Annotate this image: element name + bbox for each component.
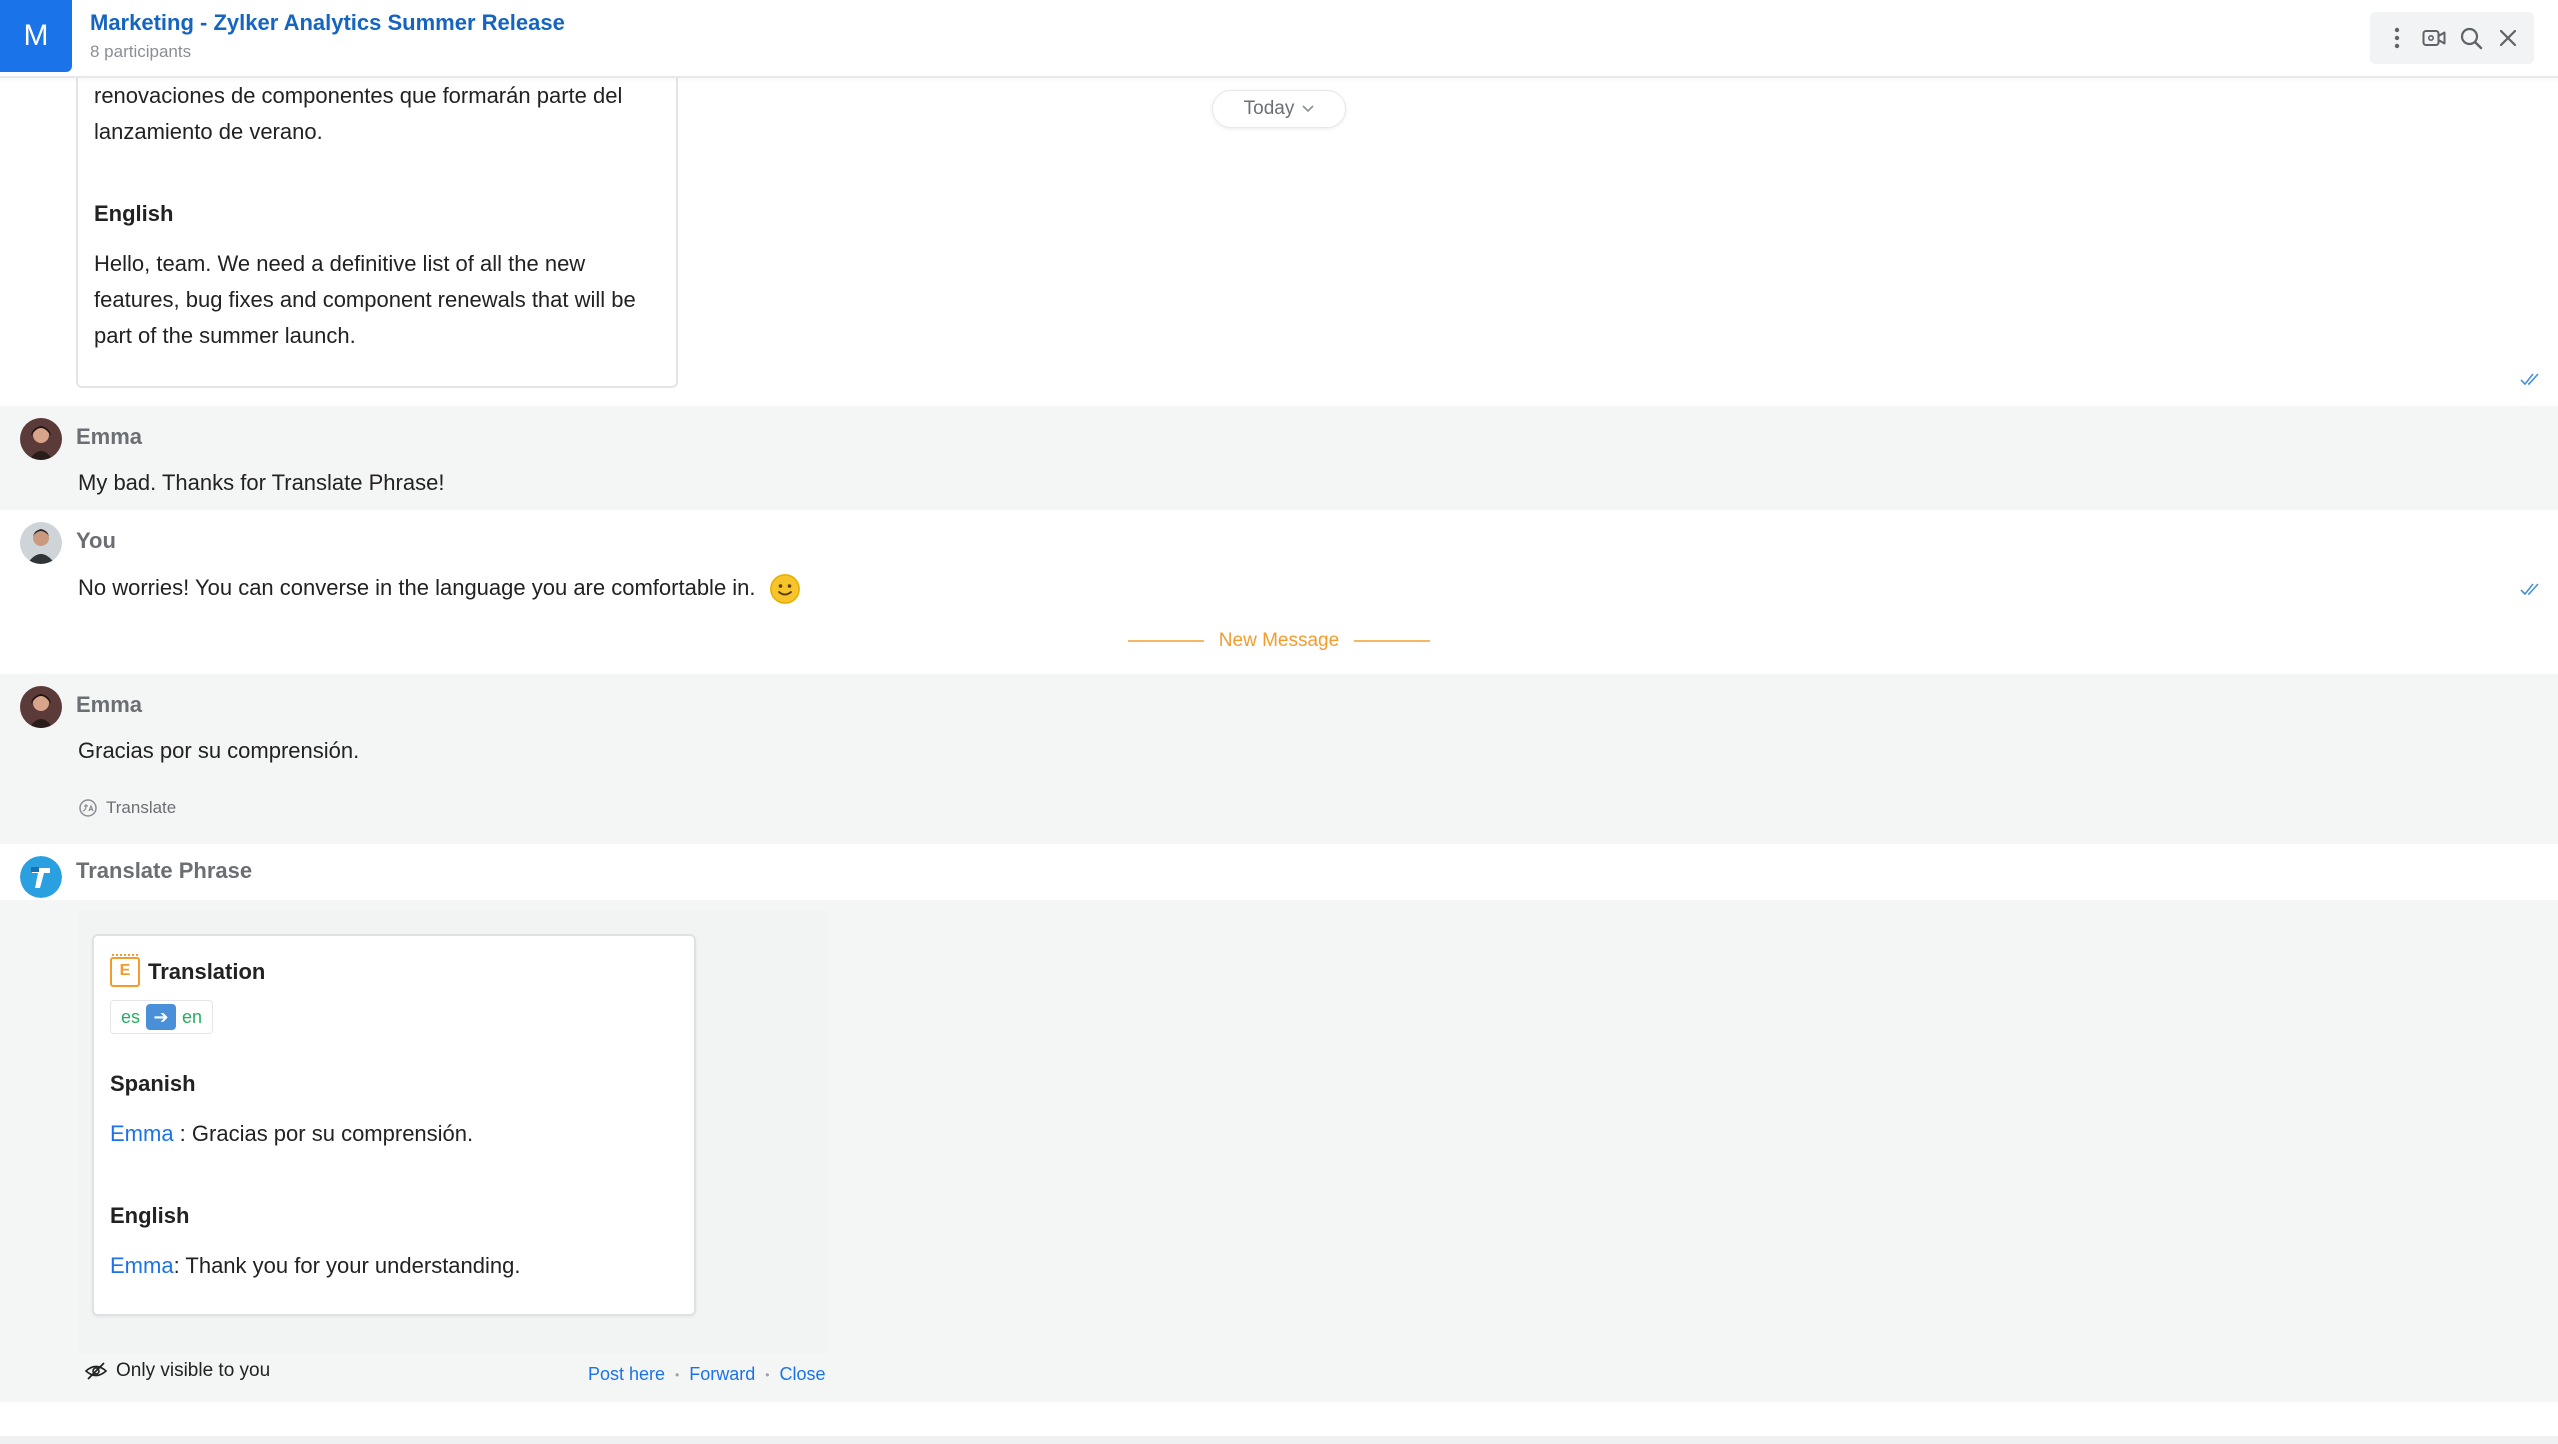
divider-line: [1353, 640, 1430, 642]
message-row: Emma My bad. Thanks for Translate Phrase…: [0, 406, 2558, 510]
sender-name[interactable]: Emma: [76, 692, 142, 718]
post-here-link[interactable]: Post here: [588, 1364, 665, 1385]
translate-button[interactable]: Translate: [78, 798, 176, 818]
more-options-icon[interactable]: [2381, 22, 2413, 54]
video-call-icon[interactable]: [2418, 22, 2450, 54]
translation-card: E Translation es ➔ en Spanish Emma : Gra…: [92, 934, 696, 1316]
english-text-line-1: Hello, team. We need a definitive list o…: [94, 251, 586, 276]
sender-name[interactable]: You: [76, 528, 116, 554]
message-body: No worries! You can converse in the lang…: [78, 574, 756, 600]
target-language: en: [182, 1006, 203, 1027]
eye-off-icon: [84, 1362, 108, 1380]
arrow-right-icon: ➔: [146, 1004, 177, 1030]
bot-name[interactable]: Translate Phrase: [76, 858, 252, 884]
forward-link[interactable]: Forward: [689, 1364, 755, 1385]
card-header: E Translation: [110, 954, 265, 990]
translate-icon: [79, 799, 97, 817]
header-toolbar: [2370, 12, 2534, 64]
bot-action-links: Post here • Forward • Close: [588, 1364, 826, 1385]
chat-header: M Marketing - Zylker Analytics Summer Re…: [0, 0, 2558, 78]
previous-translation-card: renovaciones de componentes que formarán…: [76, 60, 678, 388]
spanish-text-line-2: lanzamiento de verano.: [94, 119, 323, 144]
mention-emma[interactable]: Emma: [110, 1121, 174, 1146]
english-line: Emma: Thank you for your understanding.: [110, 1248, 520, 1284]
search-icon[interactable]: [2455, 22, 2487, 54]
bot-header-row: Translate Phrase: [0, 844, 2558, 900]
separator-dot: •: [675, 1367, 680, 1382]
smile-emoji-icon: [769, 574, 800, 604]
message-text: Gracias por su comprensión.: [78, 738, 360, 763]
read-receipt-icon: [2520, 373, 2539, 386]
divider-line: [1128, 640, 1204, 642]
visibility-note: Only visible to you: [84, 1360, 270, 1382]
translation-icon: E: [110, 954, 140, 987]
spanish-text-line-1: renovaciones de componentes que formarán…: [94, 83, 623, 108]
participants-count[interactable]: 8 participants: [90, 42, 191, 62]
date-pill[interactable]: Today: [1212, 90, 1346, 128]
emma-avatar[interactable]: [20, 686, 62, 728]
english-heading: English: [94, 201, 174, 226]
english-text-line-3: part of the summer launch.: [94, 323, 356, 348]
emma-avatar[interactable]: [20, 418, 62, 460]
message-row: Emma Gracias por su comprensión.: [0, 674, 2558, 844]
sender-name[interactable]: Emma: [76, 424, 142, 450]
channel-title[interactable]: Marketing - Zylker Analytics Summer Rele…: [90, 10, 565, 36]
mention-emma[interactable]: Emma: [110, 1253, 174, 1278]
channel-avatar[interactable]: M: [0, 0, 72, 72]
new-message-divider: New Message: [1128, 630, 1430, 652]
source-language: es: [121, 1006, 141, 1027]
translate-label: Translate: [106, 798, 177, 817]
card-title: Translation: [148, 959, 266, 984]
close-icon[interactable]: [2492, 22, 2524, 54]
new-message-label: New Message: [1218, 630, 1340, 651]
separator-dot: •: [765, 1367, 770, 1382]
english-heading: English: [110, 1203, 190, 1228]
translation-icon-letter: E: [119, 962, 131, 979]
you-avatar[interactable]: [20, 522, 62, 564]
visibility-text: Only visible to you: [116, 1360, 271, 1381]
translate-phrase-bot-avatar[interactable]: [20, 856, 62, 898]
composer-edge: [0, 1436, 2558, 1444]
message-text: No worries! You can converse in the lang…: [78, 574, 800, 604]
english-translation-text: : Thank you for your understanding.: [173, 1253, 521, 1278]
language-pair-badge: es ➔ en: [110, 1000, 214, 1034]
close-link[interactable]: Close: [779, 1364, 825, 1385]
date-label: Today: [1243, 98, 1295, 119]
read-receipt-icon: [2520, 583, 2539, 596]
message-text: My bad. Thanks for Translate Phrase!: [78, 470, 445, 495]
spanish-translation-text: : Gracias por su comprensión.: [173, 1121, 474, 1146]
spanish-line: Emma : Gracias por su comprensión.: [110, 1116, 473, 1152]
english-text-line-2: features, bug fixes and component renewa…: [94, 287, 636, 312]
chevron-down-icon: [1302, 105, 1314, 113]
spanish-heading: Spanish: [110, 1071, 196, 1096]
